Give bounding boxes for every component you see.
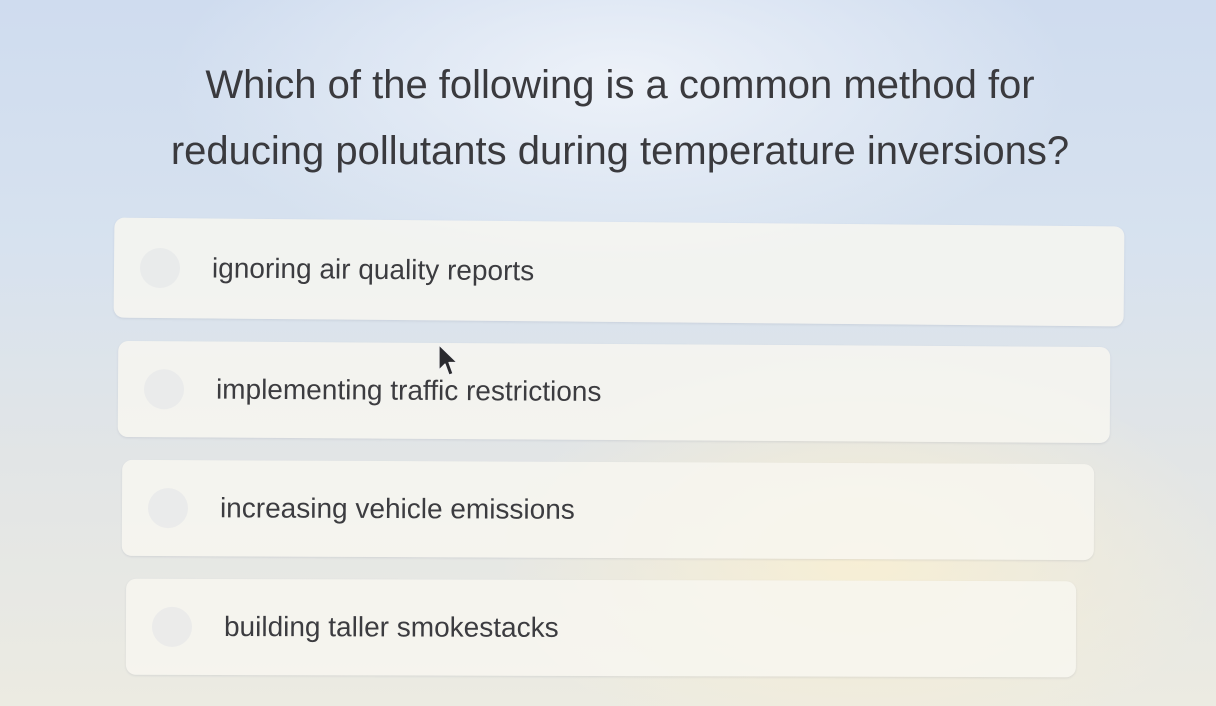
- radio-button[interactable]: [151, 606, 193, 647]
- answer-option-label: ignoring air quality reports: [211, 252, 535, 287]
- radio-button[interactable]: [147, 487, 189, 529]
- answer-options: ignoring air quality reports implementin…: [113, 217, 1125, 698]
- question-text: Which of the following is a common metho…: [170, 63, 1070, 173]
- mouse-pointer-icon: [438, 344, 458, 376]
- radio-button[interactable]: [139, 247, 181, 289]
- answer-option-2[interactable]: implementing traffic restrictions: [117, 340, 1111, 444]
- answer-option-1[interactable]: ignoring air quality reports: [113, 217, 1125, 327]
- answer-option-label: increasing vehicle emissions: [219, 492, 575, 525]
- answer-option-label: implementing traffic restrictions: [215, 373, 602, 407]
- answer-option-label: building taller smokestacks: [223, 611, 559, 643]
- radio-button[interactable]: [143, 369, 185, 410]
- answer-option-4[interactable]: building taller smokestacks: [125, 578, 1077, 678]
- answer-option-3[interactable]: increasing vehicle emissions: [121, 459, 1095, 561]
